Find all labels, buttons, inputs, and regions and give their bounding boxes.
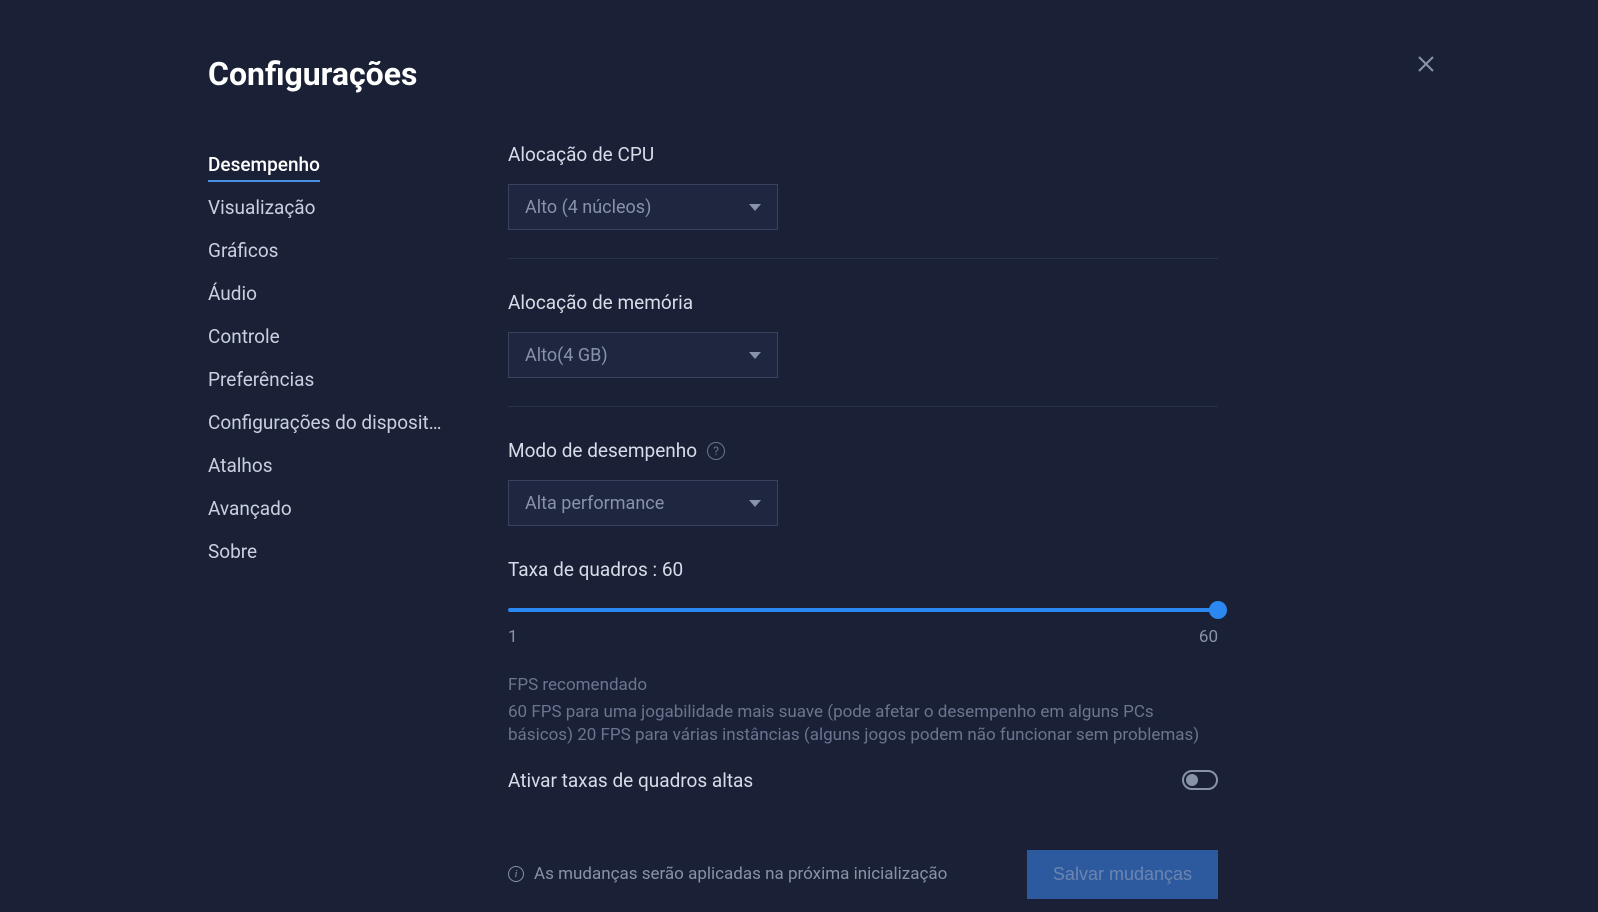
info-icon: i: [508, 866, 524, 882]
performance-label: Modo de desempenho ?: [508, 439, 1218, 462]
sidebar-item-atalhos[interactable]: Atalhos: [208, 444, 458, 487]
sidebar-item-avancado[interactable]: Avançado: [208, 487, 458, 530]
sidebar-item-audio[interactable]: Áudio: [208, 272, 458, 315]
performance-select[interactable]: Alta performance: [508, 480, 778, 526]
chevron-down-icon: [749, 204, 761, 211]
sidebar-item-sobre[interactable]: Sobre: [208, 530, 458, 573]
memory-section: Alocação de memória Alto(4 GB): [508, 291, 1218, 407]
help-icon[interactable]: ?: [707, 442, 725, 460]
fps-info: FPS recomendado 60 FPS para uma jogabili…: [508, 675, 1218, 747]
slider-track: [508, 608, 1218, 612]
sidebar-item-label: Avançado: [208, 497, 292, 520]
sidebar-item-label: Sobre: [208, 540, 257, 563]
close-button[interactable]: [1414, 52, 1438, 76]
performance-select-value: Alta performance: [525, 493, 664, 514]
slider-min-label: 1: [508, 627, 518, 647]
sidebar-item-label: Visualização: [208, 196, 315, 219]
sidebar-item-label: Gráficos: [208, 239, 278, 262]
notice-text: As mudanças serão aplicadas na próxima i…: [534, 864, 947, 884]
memory-select[interactable]: Alto(4 GB): [508, 332, 778, 378]
sidebar-item-dispositivo[interactable]: Configurações do disposit…: [208, 401, 458, 444]
sidebar: Desempenho Visualização Gráficos Áudio C…: [208, 143, 458, 899]
framerate-label: Taxa de quadros : 60: [508, 558, 1218, 581]
fps-info-description: 60 FPS para uma jogabilidade mais suave …: [508, 701, 1218, 747]
sidebar-item-label: Áudio: [208, 282, 257, 305]
memory-select-value: Alto(4 GB): [525, 345, 608, 366]
fps-info-title: FPS recomendado: [508, 675, 1218, 695]
cpu-select-value: Alto (4 núcleos): [525, 197, 651, 218]
cpu-select[interactable]: Alto (4 núcleos): [508, 184, 778, 230]
framerate-slider[interactable]: [508, 599, 1218, 621]
cpu-section: Alocação de CPU Alto (4 núcleos): [508, 143, 1218, 259]
toggle-handle: [1186, 774, 1198, 786]
restart-notice: i As mudanças serão aplicadas na próxima…: [508, 864, 947, 884]
slider-max-label: 60: [1199, 627, 1218, 647]
sidebar-item-label: Atalhos: [208, 454, 273, 477]
sidebar-item-label: Preferências: [208, 368, 314, 391]
sidebar-item-desempenho[interactable]: Desempenho: [208, 143, 458, 186]
sidebar-item-label: Desempenho: [208, 153, 320, 182]
close-icon: [1414, 52, 1438, 76]
sidebar-item-graficos[interactable]: Gráficos: [208, 229, 458, 272]
framerate-section: Taxa de quadros : 60 1 60: [508, 558, 1218, 647]
chevron-down-icon: [749, 500, 761, 507]
sidebar-item-controle[interactable]: Controle: [208, 315, 458, 358]
cpu-label: Alocação de CPU: [508, 143, 1218, 166]
footer: i As mudanças serão aplicadas na próxima…: [508, 850, 1218, 899]
save-button[interactable]: Salvar mudanças: [1027, 850, 1218, 899]
high-fps-toggle-row: Ativar taxas de quadros altas: [508, 769, 1218, 792]
slider-range-labels: 1 60: [508, 627, 1218, 647]
sidebar-item-visualizacao[interactable]: Visualização: [208, 186, 458, 229]
sidebar-item-label: Controle: [208, 325, 280, 348]
page-title: Configurações: [208, 55, 417, 93]
performance-section: Modo de desempenho ? Alta performance: [508, 439, 1218, 526]
chevron-down-icon: [749, 352, 761, 359]
memory-label: Alocação de memória: [508, 291, 1218, 314]
main-content: Alocação de CPU Alto (4 núcleos) Alocaçã…: [508, 143, 1218, 899]
sidebar-item-label: Configurações do disposit…: [208, 411, 441, 434]
sidebar-item-preferencias[interactable]: Preferências: [208, 358, 458, 401]
high-fps-toggle[interactable]: [1182, 770, 1218, 790]
high-fps-toggle-label: Ativar taxas de quadros altas: [508, 769, 753, 792]
slider-thumb[interactable]: [1209, 601, 1227, 619]
